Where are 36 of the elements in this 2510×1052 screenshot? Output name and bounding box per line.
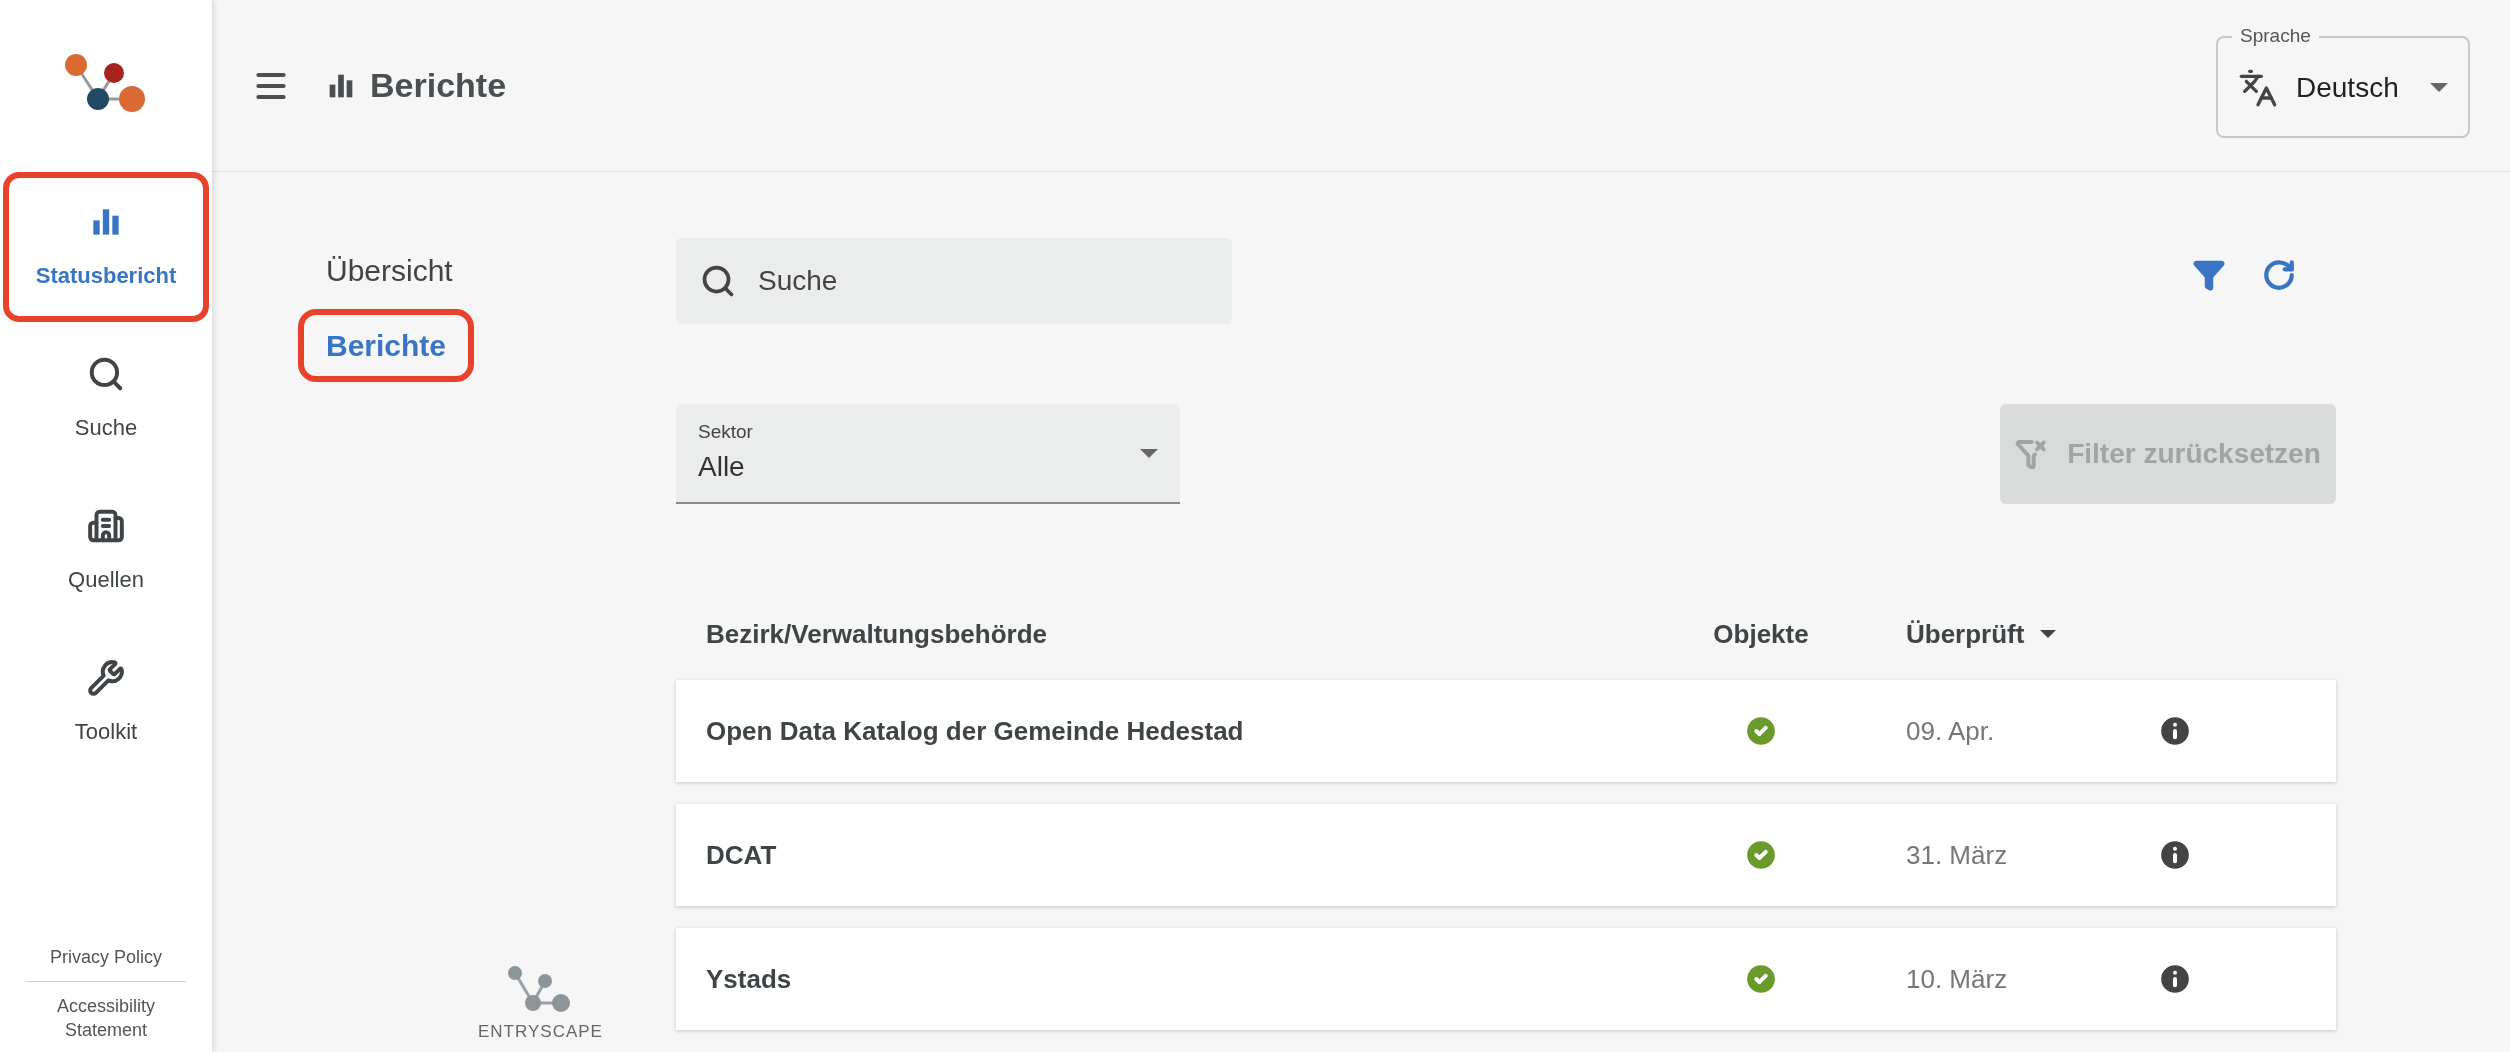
- caret-icon: [1140, 448, 1158, 458]
- sort-caret-icon: [2040, 630, 2057, 638]
- column-header[interactable]: Überprüft: [1846, 614, 2156, 654]
- sector-select-label: Sektor: [698, 419, 753, 444]
- translate-icon: [2238, 67, 2278, 108]
- filter-off-icon: [2015, 438, 2048, 470]
- sidebar-nav-item[interactable]: Statusbericht: [3, 172, 209, 322]
- sidebar-nav-item[interactable]: Suche: [3, 324, 209, 474]
- subnav-link[interactable]: Übersicht: [298, 234, 481, 307]
- report-name: DCAT: [706, 838, 778, 872]
- column-header[interactable]: Bezirk/Verwaltungsbehörde: [706, 614, 1676, 654]
- report-row[interactable]: DCAT 31. März: [676, 804, 2336, 906]
- refresh-icon[interactable]: [2262, 258, 2296, 292]
- wrench-icon: [87, 658, 125, 697]
- checked-date: 10. März: [1905, 962, 2009, 996]
- column-header[interactable]: Objekte: [1676, 614, 1846, 654]
- checked-date: 09. Apr.: [1905, 714, 1996, 748]
- subnav-link[interactable]: Berichte: [298, 309, 475, 382]
- search-icon: [700, 263, 736, 299]
- sidebar-nav-item[interactable]: Quellen: [3, 476, 209, 626]
- page-title: Berichte: [370, 65, 507, 106]
- report-row[interactable]: Ystads 10. März: [676, 928, 2336, 1030]
- report-row[interactable]: Open Data Katalog der Gemeinde Hedestad 09. Apr.: [676, 680, 2336, 782]
- footer-link[interactable]: Accessibility Statement: [26, 994, 186, 1042]
- brand-name: ENTRYSCAPE: [478, 1020, 603, 1043]
- sector-select-value: Alle: [698, 450, 746, 485]
- report-name: Open Data Katalog der Gemeinde Hedestad: [706, 714, 1245, 748]
- report-name: Ystads: [706, 962, 793, 996]
- footer-link[interactable]: Privacy Policy: [50, 945, 162, 969]
- sector-select[interactable]: Sektor Alle: [676, 404, 1180, 504]
- checked-date: 31. März: [1905, 838, 2009, 872]
- search-field[interactable]: Suche: [676, 238, 1232, 324]
- filter-icon[interactable]: [2192, 258, 2226, 292]
- language-value: Deutsch: [2296, 70, 2399, 105]
- caret-icon: [2430, 83, 2448, 92]
- sidebar-nav-item[interactable]: Toolkit: [3, 628, 209, 778]
